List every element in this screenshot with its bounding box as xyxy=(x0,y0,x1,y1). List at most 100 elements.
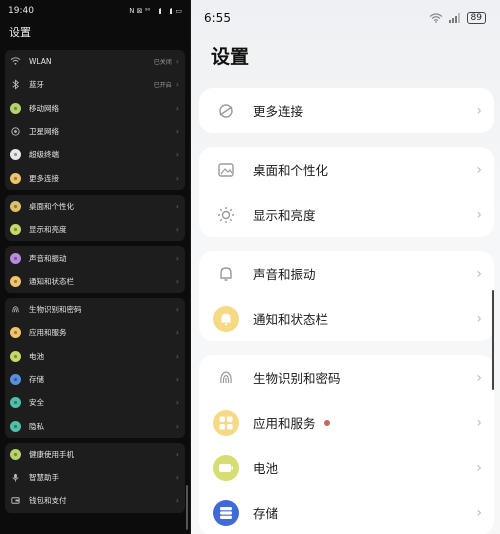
desktop-icon xyxy=(213,157,239,183)
settings-label: 桌面和个性化 xyxy=(253,163,329,178)
settings-group: WLAN 已关闭 › 蓝牙 已开启 › 移动网络 › 卫星网络 › 超级终端 › 更多连接 › xyxy=(5,50,185,190)
settings-label: WLAN xyxy=(29,57,52,67)
page-title: 设置 xyxy=(211,46,250,68)
settings-label: 生物识别和密码 xyxy=(29,305,82,315)
settings-label: 存储 xyxy=(29,375,44,384)
settings-group: 声音和振动 › 通知和状态栏 › xyxy=(5,246,185,293)
chevron-right-icon: › xyxy=(175,201,179,211)
chevron-right-icon: › xyxy=(175,150,179,160)
settings-row[interactable]: 应用和服务 › xyxy=(5,321,185,344)
settings-row[interactable]: 桌面和个性化 › xyxy=(199,147,494,192)
settings-label: 蓝牙 xyxy=(29,80,44,90)
settings-row[interactable]: 通知和状态栏 › xyxy=(5,270,185,293)
chevron-right-icon: › xyxy=(175,305,179,315)
settings-row[interactable]: 更多连接 › xyxy=(5,166,185,189)
wifi-icon xyxy=(429,13,442,23)
chevron-right-icon: › xyxy=(175,473,179,483)
settings-label: 通知和状态栏 xyxy=(253,312,329,327)
super-device-icon xyxy=(10,149,21,161)
settings-row[interactable]: WLAN 已关闭 › xyxy=(5,50,185,73)
scrollbar[interactable] xyxy=(492,290,494,390)
settings-label-wrap: 存储 xyxy=(253,503,476,522)
chevron-right-icon: › xyxy=(476,369,482,386)
signal-icon xyxy=(164,8,173,14)
settings-row[interactable]: 桌面和个性化 › xyxy=(5,195,185,218)
settings-label: 超级终端 xyxy=(29,150,59,160)
storage-icon xyxy=(10,374,21,385)
settings-list: 更多连接 › 桌面和个性化 › 显示和亮度 › 声音和振动 › 通知和状态栏 › 生物识别和密码 › 应… xyxy=(191,88,500,534)
settings-row[interactable]: 更多连接 › xyxy=(199,88,494,133)
settings-row[interactable]: 显示和亮度 › xyxy=(5,218,185,241)
status-bar: 19:40 N ⊠ ⁹⁰ ▭ xyxy=(0,0,190,22)
settings-row[interactable]: 生物识别和密码 › xyxy=(199,355,494,400)
settings-label-wrap: 通知和状态栏 xyxy=(253,309,476,328)
settings-label: 应用和服务 xyxy=(253,416,316,431)
bluetooth-icon xyxy=(10,79,21,91)
chevron-right-icon: › xyxy=(175,225,179,235)
settings-label: 应用和服务 xyxy=(29,328,67,338)
light-settings-panel: 6:55 89 设置 更多连接 › 桌面和个性化 › 显示和亮度 › 声音和振动 › 通知和状态… xyxy=(190,0,500,534)
chevron-right-icon: › xyxy=(175,276,179,286)
wallet-icon xyxy=(10,495,21,506)
settings-row[interactable]: 安全 › xyxy=(5,391,185,414)
settings-card: 生物识别和密码 › 应用和服务 › 电池 › 存储 › xyxy=(199,355,494,534)
chevron-right-icon: › xyxy=(476,310,482,327)
settings-row[interactable]: 声音和振动 › xyxy=(199,251,494,296)
chevron-right-icon: › xyxy=(175,253,179,263)
settings-row[interactable]: 移动网络 › xyxy=(5,97,185,120)
settings-label: 电池 xyxy=(29,351,44,361)
settings-row[interactable]: 钱包和支付 › xyxy=(5,489,185,512)
settings-label: 移动网络 xyxy=(29,103,59,113)
notification-icon xyxy=(10,275,21,287)
status-time: 6:55 xyxy=(204,11,231,25)
settings-row[interactable]: 智慧助手 › xyxy=(5,466,185,489)
settings-group: 桌面和个性化 › 显示和亮度 › xyxy=(5,194,185,242)
chevron-right-icon: › xyxy=(175,57,179,67)
scrollbar[interactable] xyxy=(186,485,188,530)
settings-row[interactable]: 生物识别和密码 › xyxy=(5,298,185,321)
settings-label-wrap: 生物识别和密码 xyxy=(253,368,476,387)
settings-label: 显示和亮度 xyxy=(29,225,67,235)
settings-group: 生物识别和密码 › 应用和服务 › 电池 › 存储 › 安全 › 隐私 › xyxy=(5,297,185,438)
settings-row[interactable]: 应用和服务 › xyxy=(199,400,494,445)
settings-row[interactable]: 隐私 › xyxy=(5,414,185,437)
settings-label: 生物识别和密码 xyxy=(253,371,341,386)
settings-list: WLAN 已关闭 › 蓝牙 已开启 › 移动网络 › 卫星网络 › 超级终端 › 更多连接 › 桌面和个性化… xyxy=(0,50,190,513)
status-time: 19:40 xyxy=(8,6,34,16)
display-icon xyxy=(10,224,21,236)
settings-label: 通知和状态栏 xyxy=(29,276,74,286)
settings-label: 声音和振动 xyxy=(29,253,67,263)
chevron-right-icon: › xyxy=(175,103,179,113)
settings-row[interactable]: 健康使用手机 › xyxy=(5,443,185,466)
settings-value: 已关闭 xyxy=(153,59,172,67)
more-connections-icon xyxy=(213,98,239,124)
battery-level: 89 xyxy=(466,12,486,24)
settings-row[interactable]: 存储 › xyxy=(199,490,494,534)
settings-row[interactable]: 通知和状态栏 › xyxy=(199,296,494,341)
settings-label: 隐私 xyxy=(29,421,44,431)
settings-row[interactable]: 蓝牙 已开启 › xyxy=(5,73,185,96)
assistant-icon xyxy=(10,472,21,483)
settings-row[interactable]: 显示和亮度 › xyxy=(199,192,494,237)
settings-row[interactable]: 电池 › xyxy=(199,445,494,490)
chevron-right-icon: › xyxy=(175,421,179,431)
chevron-right-icon: › xyxy=(175,398,179,408)
settings-row[interactable]: 存储 › xyxy=(5,368,185,391)
settings-label: 安全 xyxy=(29,398,44,408)
settings-row[interactable]: 电池 › xyxy=(5,345,185,368)
settings-row[interactable]: 声音和振动 › xyxy=(5,246,185,269)
chevron-right-icon: › xyxy=(175,328,179,338)
settings-row[interactable]: 超级终端 › xyxy=(5,143,185,166)
privacy-icon xyxy=(10,420,21,432)
battery-icon xyxy=(10,350,21,362)
battery-status-icon: ▭ xyxy=(175,7,182,15)
sound-icon xyxy=(10,252,21,264)
page-title: 设置 xyxy=(9,26,31,39)
settings-label: 智慧助手 xyxy=(29,473,59,483)
settings-group: 健康使用手机 › 智慧助手 › 钱包和支付 › xyxy=(5,442,185,513)
health-icon xyxy=(10,448,21,460)
status-icons: 89 xyxy=(429,12,486,24)
settings-row[interactable]: 卫星网络 › xyxy=(5,120,185,143)
battery-icon xyxy=(213,454,239,481)
chevron-right-icon: › xyxy=(476,414,482,431)
